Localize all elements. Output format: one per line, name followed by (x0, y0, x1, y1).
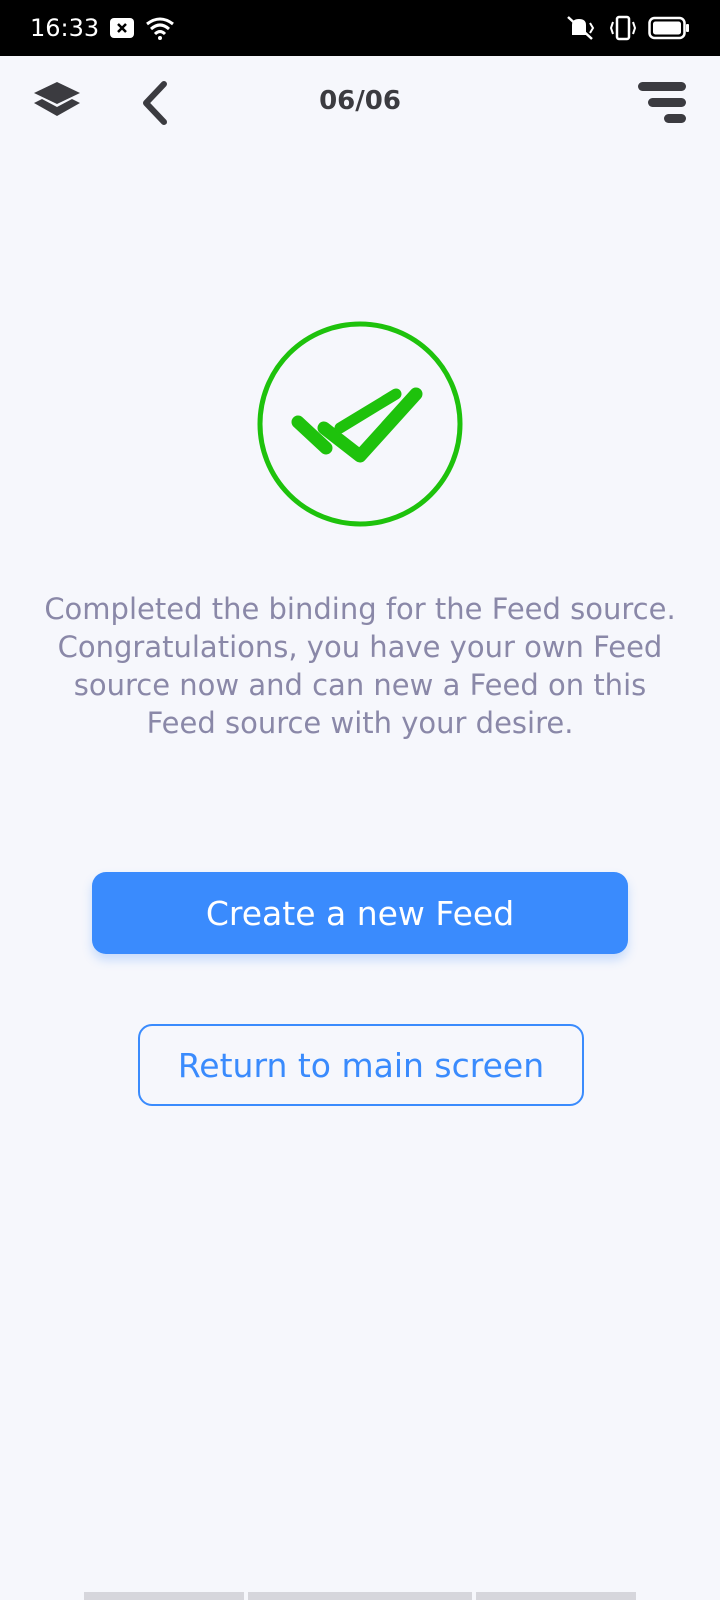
vibrate-mode-icon (609, 15, 637, 41)
notification-icon (110, 18, 135, 38)
battery-icon (648, 16, 689, 40)
status-bar: 16:33 (0, 0, 720, 56)
completion-message: Completed the binding for the Feed sourc… (44, 592, 676, 740)
page-counter: 06/06 (319, 86, 401, 116)
create-new-feed-button[interactable]: Create a new Feed (92, 872, 628, 954)
nav-indicator-right (476, 1592, 636, 1600)
double-check-icon (257, 321, 463, 527)
success-indicator (256, 320, 464, 528)
menu-icon (638, 82, 686, 123)
menu-button[interactable] (634, 78, 690, 134)
vibrate-icon (567, 16, 595, 40)
app-bar: 06/06 (0, 56, 720, 152)
nav-indicator-center (248, 1592, 472, 1600)
nav-indicator-left (84, 1592, 244, 1600)
status-time: 16:33 (30, 14, 100, 42)
return-to-main-screen-button[interactable]: Return to main screen (138, 1024, 584, 1106)
wifi-icon (146, 17, 175, 40)
